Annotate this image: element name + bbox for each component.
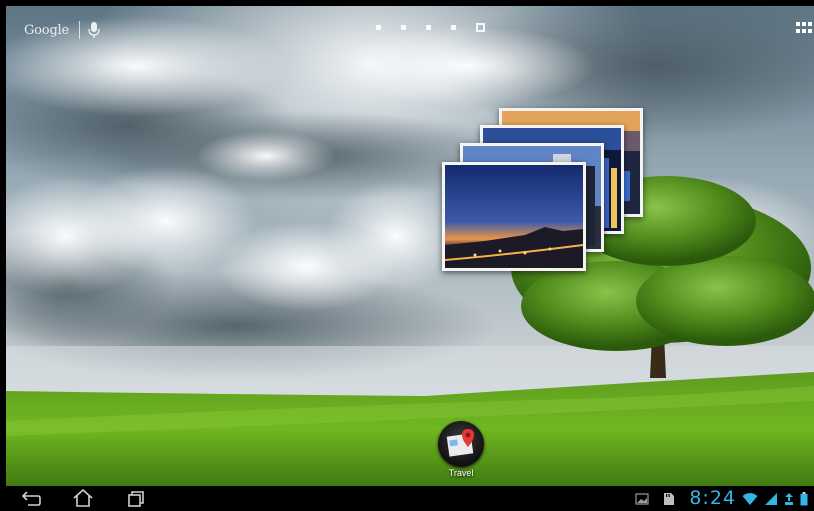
system-navigation-bar: 8:24 bbox=[0, 486, 814, 511]
home-page-dot[interactable] bbox=[426, 25, 431, 30]
sync-icon bbox=[785, 492, 793, 505]
sd-card-icon bbox=[664, 492, 675, 505]
recent-apps-icon[interactable] bbox=[125, 489, 147, 507]
wallpaper: Google Travel bbox=[6, 6, 814, 486]
photo-gallery-widget[interactable] bbox=[442, 108, 647, 283]
home-page-dot[interactable] bbox=[451, 25, 456, 30]
wallpaper-scene bbox=[6, 6, 814, 486]
all-apps-icon[interactable] bbox=[796, 22, 812, 34]
google-search-bar[interactable]: Google bbox=[24, 21, 100, 39]
search-divider bbox=[79, 21, 81, 39]
back-icon[interactable] bbox=[20, 489, 42, 507]
battery-icon bbox=[800, 491, 808, 505]
wifi-icon bbox=[742, 492, 758, 505]
home-screen: Google Travel 8:24 bbox=[0, 0, 814, 511]
maps-pin-icon[interactable] bbox=[438, 421, 484, 467]
home-page-dot[interactable] bbox=[476, 23, 485, 32]
home-icon[interactable] bbox=[72, 489, 94, 507]
travel-shortcut[interactable]: Travel bbox=[432, 421, 490, 478]
home-page-dot[interactable] bbox=[401, 25, 406, 30]
home-page-indicator bbox=[372, 23, 489, 32]
travel-label: Travel bbox=[448, 468, 474, 478]
sunset-photo[interactable] bbox=[442, 162, 586, 271]
status-clock[interactable]: 8:24 bbox=[689, 486, 736, 511]
microphone-icon[interactable] bbox=[88, 21, 100, 39]
gallery-notification-icon[interactable] bbox=[635, 492, 649, 505]
home-page-dot[interactable] bbox=[376, 25, 381, 30]
status-area[interactable]: 8:24 bbox=[635, 486, 808, 511]
google-search-label[interactable]: Google bbox=[24, 23, 69, 38]
signal-icon bbox=[765, 492, 777, 505]
